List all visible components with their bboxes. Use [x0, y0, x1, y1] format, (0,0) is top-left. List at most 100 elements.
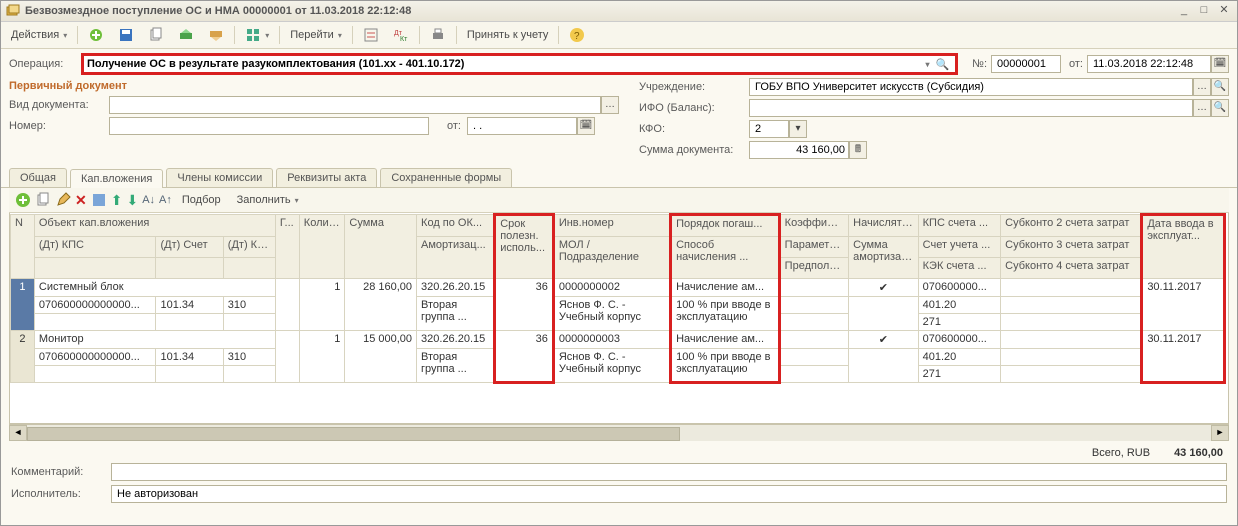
- col-kps[interactable]: КПС счета ...: [918, 215, 1001, 237]
- doc-type-label: Вид документа:: [9, 99, 109, 111]
- moves-icon[interactable]: [357, 25, 385, 45]
- number2-calendar-icon[interactable]: 🗓: [577, 117, 595, 135]
- post-icon[interactable]: [172, 25, 200, 45]
- num-input[interactable]: [991, 55, 1061, 73]
- help-icon[interactable]: ?: [563, 25, 591, 45]
- col-date[interactable]: Дата ввода в эксплуат...: [1142, 215, 1225, 279]
- commandbar: Действия▾ ▾ Перейти▾ ДтКт Принять к учет…: [1, 22, 1237, 49]
- col-gu[interactable]: Г...: [275, 215, 299, 279]
- table-row[interactable]: 1 Системный блок 1 28 160,00 320.26.20.1…: [11, 279, 1225, 297]
- maximize-button[interactable]: □: [1195, 4, 1213, 18]
- window-title: Безвозмездное поступление ОС и НМА 00000…: [25, 5, 1173, 17]
- col-sub3[interactable]: Субконто 3 счета затрат: [1001, 237, 1142, 258]
- operation-label: Операция:: [9, 58, 81, 70]
- org-input[interactable]: [749, 78, 1193, 96]
- tab-forms[interactable]: Сохраненные формы: [380, 168, 512, 187]
- doc-type-pick-icon[interactable]: …: [601, 96, 619, 114]
- col-pred[interactable]: Предполаг...: [779, 258, 848, 279]
- structure-icon[interactable]: ▾: [239, 25, 275, 45]
- col-sub2[interactable]: Субконто 2 счета затрат: [1001, 215, 1142, 237]
- col-koef[interactable]: Коэффици...: [779, 215, 848, 237]
- grid-copy-icon[interactable]: [35, 192, 51, 208]
- grid-fill-menu[interactable]: Заполнить▾: [231, 192, 305, 208]
- grid-select-button[interactable]: Подбор: [176, 192, 227, 208]
- org-pick-icon[interactable]: …: [1193, 78, 1211, 96]
- col-inv[interactable]: Инв.номер: [553, 215, 670, 237]
- print-icon[interactable]: [424, 25, 452, 45]
- col-acc-dt[interactable]: (Дт) Счет: [156, 237, 223, 258]
- col-qty[interactable]: Колич...: [299, 215, 345, 279]
- col-nach[interactable]: Начислять ...: [849, 215, 918, 237]
- grid-props-icon[interactable]: [91, 192, 107, 208]
- kfo-input[interactable]: [749, 120, 789, 138]
- number2-from-label: от:: [447, 120, 461, 132]
- col-sumam[interactable]: Сумма амортизации: [849, 237, 918, 279]
- col-param[interactable]: Параметр ...: [779, 237, 848, 258]
- col-amort[interactable]: Амортизац...: [417, 237, 495, 279]
- col-kps-dt[interactable]: (Дт) КПС: [34, 237, 156, 258]
- num-label: №:: [972, 58, 987, 70]
- table-row[interactable]: 2 Монитор 1 15 000,00 320.26.20.15 36 00…: [11, 331, 1225, 349]
- col-obj[interactable]: Объект кап.вложения: [34, 215, 275, 237]
- tab-kapvlozheniya[interactable]: Кап.вложения: [70, 169, 163, 188]
- number2-date-input[interactable]: [467, 117, 577, 135]
- comment-input[interactable]: [111, 463, 1227, 481]
- calendar-icon[interactable]: 🗓: [1211, 55, 1229, 73]
- col-mol[interactable]: МОЛ / Подразделение: [553, 237, 670, 279]
- sum-input[interactable]: 43 160,00: [749, 141, 849, 159]
- go-menu[interactable]: Перейти▾: [284, 27, 348, 43]
- kfo-dropdown-icon[interactable]: ▾: [789, 120, 807, 138]
- col-n[interactable]: N: [11, 215, 35, 279]
- sum-label: Сумма документа:: [639, 144, 749, 156]
- minimize-button[interactable]: _: [1175, 4, 1193, 18]
- grid-up-icon[interactable]: ⬆: [111, 192, 123, 209]
- date-input[interactable]: [1087, 55, 1211, 73]
- actions-menu[interactable]: Действия▾: [5, 27, 73, 43]
- ifo-search-icon[interactable]: 🔍: [1211, 99, 1229, 117]
- col-por[interactable]: Порядок погаш...: [671, 215, 780, 237]
- grid-edit-icon[interactable]: [55, 192, 71, 208]
- col-kek[interactable]: КЭК счета ...: [918, 258, 1001, 279]
- executor-input[interactable]: [111, 485, 1227, 503]
- document-window: Безвозмездное поступление ОС и НМА 00000…: [0, 0, 1238, 526]
- org-label: Учреждение:: [639, 81, 749, 93]
- tab-general[interactable]: Общая: [9, 168, 67, 187]
- ifo-input[interactable]: [749, 99, 1193, 117]
- col-acc[interactable]: Счет учета ...: [918, 237, 1001, 258]
- header-row-2: (Дт) КПС (Дт) Счет (Дт) КЭК Амортизац...…: [11, 237, 1225, 258]
- svg-text:Кт: Кт: [400, 36, 408, 43]
- from-label: от:: [1069, 58, 1083, 70]
- dtkt-icon[interactable]: ДтКт: [387, 25, 415, 45]
- col-sum[interactable]: Сумма: [345, 215, 417, 279]
- col-kek-dt[interactable]: (Дт) КЭК: [223, 237, 275, 258]
- table-row[interactable]: 070600000000000... 101.34 310 Вторая гру…: [11, 297, 1225, 314]
- doc-type-input[interactable]: [109, 96, 601, 114]
- unpost-icon[interactable]: [202, 25, 230, 45]
- ifo-label: ИФО (Баланс):: [639, 102, 749, 114]
- accept-button[interactable]: Принять к учету: [461, 27, 555, 43]
- add-icon[interactable]: [82, 25, 110, 45]
- org-search-icon[interactable]: 🔍: [1211, 78, 1229, 96]
- col-sub4[interactable]: Субконто 4 счета затрат: [1001, 258, 1142, 279]
- grid-delete-icon[interactable]: ✕: [75, 192, 87, 209]
- grid-toolbar: ✕ ⬆ ⬇ A↓ A↑ Подбор Заполнить▾: [9, 188, 1229, 213]
- grid-add-icon[interactable]: [15, 192, 31, 208]
- table-row[interactable]: 070600000000000... 101.34 310 Вторая гру…: [11, 349, 1225, 366]
- col-okof[interactable]: Код по ОК...: [417, 215, 495, 237]
- scroll-right-icon: ►: [1211, 425, 1229, 441]
- col-sposob[interactable]: Способ начисления ...: [671, 237, 780, 279]
- operation-select[interactable]: Получение ОС в результате разукомплектов…: [81, 53, 958, 75]
- copy-icon[interactable]: [142, 25, 170, 45]
- calc-icon[interactable]: 🖩: [849, 141, 867, 159]
- grid-down-icon[interactable]: ⬇: [126, 192, 138, 209]
- save-icon[interactable]: [112, 25, 140, 45]
- grid-sort-asc-icon[interactable]: A↓: [142, 194, 155, 206]
- grid-scrollbar[interactable]: ◄ ►: [9, 424, 1229, 441]
- col-srok[interactable]: Срок полезн. исполь...: [495, 215, 554, 279]
- ifo-pick-icon[interactable]: …: [1193, 99, 1211, 117]
- tab-act[interactable]: Реквизиты акта: [276, 168, 377, 187]
- tab-commission[interactable]: Члены комиссии: [166, 168, 273, 187]
- grid-sort-desc-icon[interactable]: A↑: [159, 194, 172, 206]
- number2-input[interactable]: [109, 117, 429, 135]
- close-button[interactable]: ✕: [1215, 4, 1233, 18]
